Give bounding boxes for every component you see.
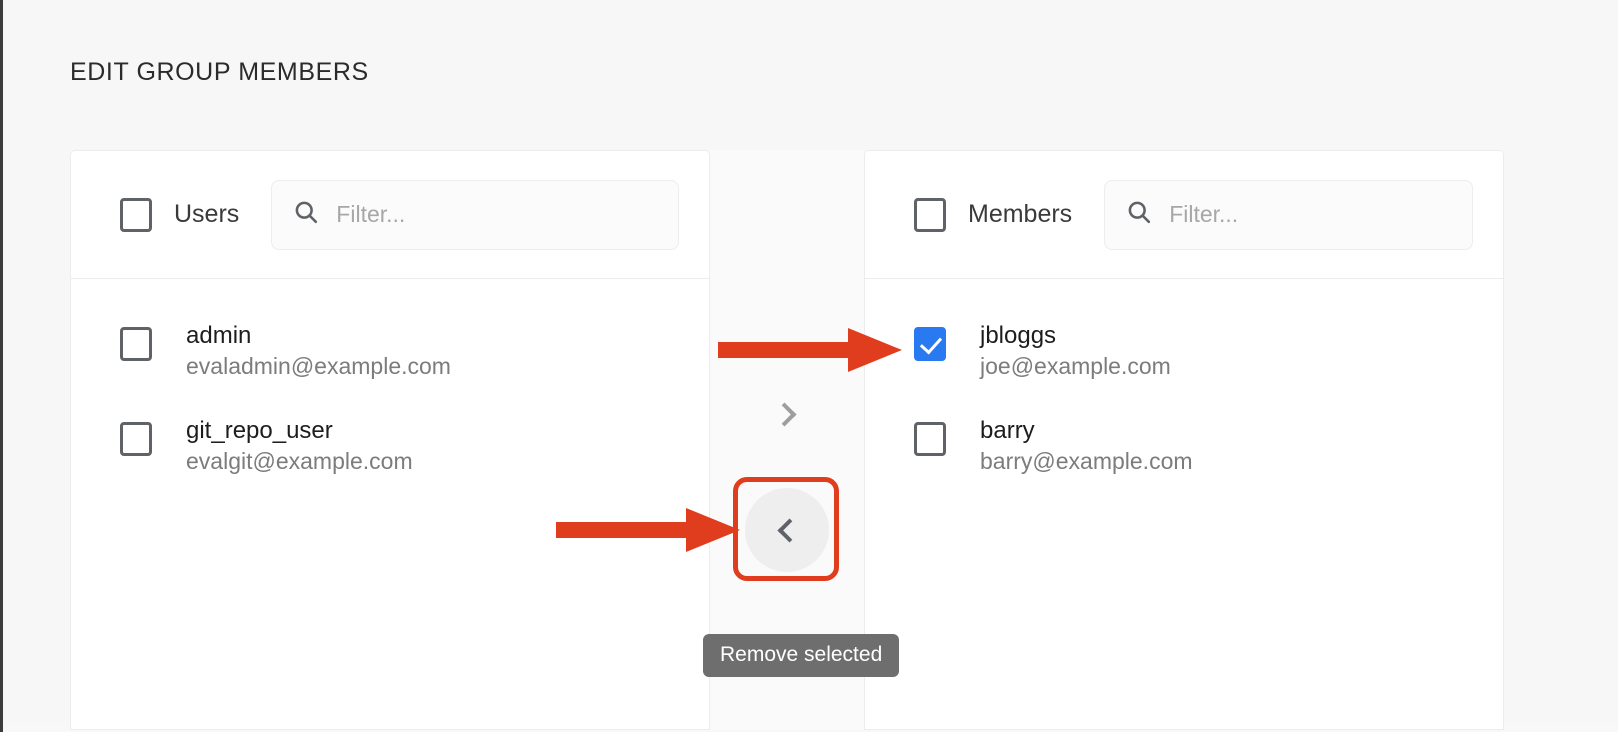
list-item[interactable]: jbloggs joe@example.com <box>865 305 1503 400</box>
list-item[interactable]: admin evaladmin@example.com <box>71 305 709 400</box>
screen-root: EDIT GROUP MEMBERS Users Filter... admin… <box>0 0 1618 732</box>
member-row-checkbox[interactable] <box>914 421 946 456</box>
members-filter-input[interactable] <box>1169 180 1452 249</box>
chevron-left-icon <box>777 517 802 543</box>
member-row-texts: jbloggs joe@example.com <box>980 321 1171 384</box>
members-panel-header: Members <box>865 151 1503 279</box>
users-select-all-checkbox[interactable] <box>120 197 152 232</box>
user-row-name: git_repo_user <box>186 416 333 444</box>
member-row-checkbox[interactable] <box>914 327 946 361</box>
add-selected-button[interactable] <box>745 372 829 456</box>
remove-selected-tooltip: Remove selected <box>703 634 900 678</box>
users-panel-title: Users <box>174 200 240 228</box>
remove-selected-button[interactable] <box>745 488 829 572</box>
user-row-checkbox[interactable] <box>120 327 152 361</box>
user-row-email: evaladmin@example.com <box>186 353 451 380</box>
member-row-email: joe@example.com <box>980 353 1171 380</box>
member-row-texts: barry barry@example.com <box>980 416 1193 479</box>
user-row-email: evalgit@example.com <box>186 447 413 474</box>
chevron-right-icon <box>772 401 797 427</box>
user-row-checkbox[interactable] <box>120 421 152 456</box>
user-row-texts: admin evaladmin@example.com <box>186 321 451 384</box>
window-left-edge <box>0 0 3 732</box>
users-panel-header: Users <box>71 151 709 279</box>
search-icon <box>1125 198 1153 231</box>
user-row-name: admin <box>186 322 252 349</box>
members-panel: Members jbloggs joe@exa <box>864 150 1504 730</box>
page-title: EDIT GROUP MEMBERS <box>70 58 369 86</box>
users-panel: Users admin evaladmin@e <box>70 150 710 730</box>
member-row-email: barry@example.com <box>980 447 1193 474</box>
members-filter-box[interactable] <box>1104 179 1473 250</box>
member-row-name: barry <box>980 416 1035 444</box>
users-list: admin evaladmin@example.com git_repo_use… <box>71 279 709 729</box>
users-filter-input[interactable] <box>336 180 658 249</box>
search-icon <box>292 198 320 231</box>
members-list: jbloggs joe@example.com barry barry@exam… <box>865 279 1503 729</box>
members-panel-title: Members <box>968 200 1073 228</box>
user-row-texts: git_repo_user evalgit@example.com <box>186 416 413 479</box>
members-select-all-checkbox[interactable] <box>914 197 946 232</box>
list-item[interactable]: barry barry@example.com <box>865 400 1503 495</box>
list-item[interactable]: git_repo_user evalgit@example.com <box>71 400 709 495</box>
users-filter-box[interactable] <box>271 179 679 250</box>
member-row-name: jbloggs <box>980 322 1057 349</box>
